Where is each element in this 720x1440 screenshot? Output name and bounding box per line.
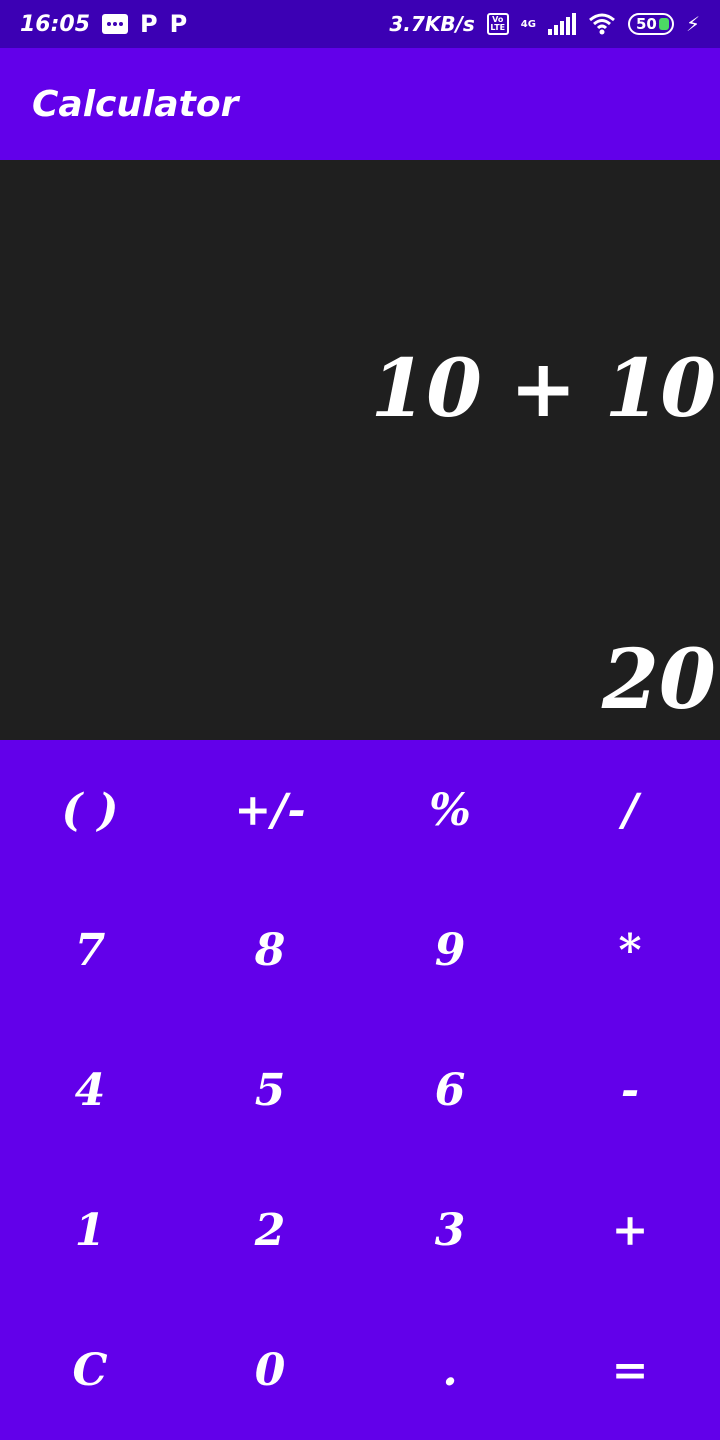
volte-icon: Vo LTE	[486, 13, 509, 35]
parentheses-button[interactable]: ( )	[0, 740, 180, 880]
digit-3-button[interactable]: 3	[360, 1160, 540, 1300]
notification-p-icon-2: P	[169, 10, 188, 38]
digit-0-button[interactable]: 0	[180, 1300, 360, 1440]
charging-bolt-icon: ⚡	[685, 12, 700, 36]
app-title: Calculator	[32, 83, 239, 125]
app-bar: Calculator	[0, 48, 720, 160]
notification-p-icon: P	[140, 10, 158, 38]
digit-6-button[interactable]: 6	[360, 1020, 540, 1160]
percent-button[interactable]: %	[360, 740, 540, 880]
calculator-display: 10 + 10 20	[0, 160, 720, 740]
signal-icon	[547, 13, 576, 35]
status-right: 3.7KB/s Vo LTE 4G 50 ⚡	[389, 12, 700, 36]
battery-level: 50	[635, 15, 657, 33]
decimal-button[interactable]: .	[360, 1300, 540, 1440]
result-text: 20	[601, 632, 716, 728]
plus-minus-button[interactable]: +/-	[180, 740, 360, 880]
digit-2-button[interactable]: 2	[180, 1160, 360, 1300]
digit-8-button[interactable]: 8	[180, 880, 360, 1020]
clear-button[interactable]: C	[0, 1300, 180, 1440]
multiply-button[interactable]: *	[540, 880, 720, 1020]
digit-4-button[interactable]: 4	[0, 1020, 180, 1160]
digit-7-button[interactable]: 7	[0, 880, 180, 1020]
subtract-button[interactable]: -	[540, 1020, 720, 1160]
status-bar: 16:05 P P 3.7KB/s Vo LTE 4G 50 ⚡	[0, 0, 720, 48]
digit-9-button[interactable]: 9	[360, 880, 540, 1020]
network-speed: 3.7KB/s	[389, 12, 475, 36]
status-time: 16:05	[20, 11, 91, 37]
wifi-icon	[588, 13, 616, 35]
equals-button[interactable]: =	[540, 1300, 720, 1440]
expression-text: 10 + 10	[370, 341, 716, 435]
digit-1-button[interactable]: 1	[0, 1160, 180, 1300]
keypad: ( ) +/- % / 7 8 9 * 4 5 6 - 1 2 3 + C 0 …	[0, 740, 720, 1440]
divide-button[interactable]: /	[540, 740, 720, 880]
add-button[interactable]: +	[540, 1160, 720, 1300]
status-left: 16:05 P P	[20, 10, 187, 38]
network-type: 4G	[520, 18, 536, 30]
message-icon	[102, 14, 129, 34]
digit-5-button[interactable]: 5	[180, 1020, 360, 1160]
battery-icon: 50	[627, 13, 674, 35]
